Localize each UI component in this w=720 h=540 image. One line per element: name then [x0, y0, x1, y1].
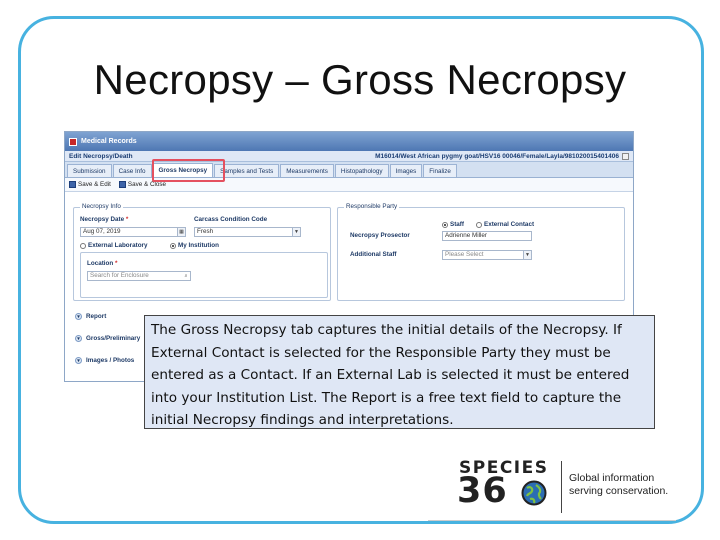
- my-institution-radio[interactable]: My Institution: [170, 242, 219, 249]
- gross-preliminary-section-toggle[interactable]: ▾ Gross/Preliminary: [75, 335, 140, 342]
- chevron-down-icon: ▾: [75, 313, 82, 320]
- save-edit-label: Save & Edit: [78, 181, 111, 188]
- carcass-condition-select[interactable]: Fresh ▼: [194, 227, 301, 237]
- gross-necropsy-highlight: [152, 159, 225, 182]
- external-contact-radio[interactable]: External Contact: [476, 221, 534, 228]
- necropsy-date-label: Necropsy Date: [80, 216, 125, 223]
- location-panel: Location * Search for Enclosure ⌕: [80, 252, 328, 298]
- prosector-field[interactable]: Adrienne Miller: [442, 231, 532, 241]
- species360-logo: SPECIES 36 Global information serving co…: [457, 458, 677, 518]
- staff-radio[interactable]: Staff: [442, 221, 464, 228]
- print-icon[interactable]: [622, 152, 629, 160]
- header-left: Edit Necropsy/Death: [69, 152, 133, 160]
- necropsy-info-panel: Necropsy Info Necropsy Date * Aug 07, 20…: [73, 203, 331, 301]
- save-close-label: Save & Close: [127, 181, 167, 188]
- save-close-button[interactable]: Save & Close: [118, 181, 167, 188]
- location-search-input[interactable]: Search for Enclosure ⌕: [87, 271, 191, 281]
- chevron-down-icon[interactable]: ▼: [292, 228, 300, 236]
- chevron-down-icon: ▾: [75, 357, 82, 364]
- tab-images[interactable]: Images: [389, 164, 423, 177]
- report-section-toggle[interactable]: ▾ Report: [75, 313, 106, 320]
- save-icon: [69, 181, 76, 188]
- carcass-condition-label: Carcass Condition Code: [194, 216, 268, 223]
- window-title: Medical Records: [81, 138, 137, 145]
- medical-records-icon: [69, 137, 77, 146]
- chevron-down-icon[interactable]: ▼: [523, 251, 531, 259]
- additional-staff-label: Additional Staff: [350, 251, 397, 258]
- logo-tagline: Global information serving conservation.: [569, 472, 669, 497]
- save-edit-button[interactable]: Save & Edit: [69, 181, 111, 188]
- responsible-party-legend: Responsible Party: [344, 203, 400, 210]
- record-header: Edit Necropsy/Death M16014/West African …: [65, 151, 633, 162]
- images-photos-section-toggle[interactable]: ▾ Images / Photos: [75, 357, 134, 364]
- logo-divider: [561, 461, 562, 513]
- animal-identifier: M16014/West African pygmy goat/HSV16 000…: [375, 152, 619, 160]
- tab-bar: Submission Case Info Gross Necropsy Samp…: [65, 162, 633, 178]
- tab-submission[interactable]: Submission: [67, 164, 112, 177]
- logo-number: 36: [457, 471, 508, 511]
- prosector-label: Necropsy Prosector: [350, 232, 410, 239]
- callout-text: The Gross Necropsy tab captures the init…: [151, 322, 630, 428]
- tab-measurements[interactable]: Measurements: [280, 164, 334, 177]
- required-mark: *: [125, 216, 129, 223]
- necropsy-date-field[interactable]: Aug 07, 2019 ▦: [80, 227, 186, 237]
- search-icon[interactable]: ⌕: [182, 272, 190, 280]
- slide-title: Necropsy – Gross Necropsy: [93, 56, 627, 103]
- additional-staff-select[interactable]: Please Select ▼: [442, 250, 532, 260]
- footer-line: [428, 520, 676, 521]
- save-icon: [118, 181, 126, 188]
- chevron-down-icon: ▾: [75, 335, 82, 342]
- toolbar: Save & Edit Save & Close: [65, 178, 633, 192]
- calendar-icon[interactable]: ▦: [177, 228, 185, 236]
- location-label: Location: [87, 260, 114, 267]
- responsible-party-panel: Responsible Party Staff External Contact…: [337, 203, 625, 301]
- necropsy-info-legend: Necropsy Info: [80, 203, 123, 210]
- globe-icon: [521, 480, 547, 506]
- external-laboratory-radio[interactable]: External Laboratory: [80, 242, 148, 249]
- required-mark: *: [115, 260, 118, 267]
- tab-finalize[interactable]: Finalize: [423, 164, 457, 177]
- callout-box: The Gross Necropsy tab captures the init…: [144, 315, 655, 429]
- app-titlebar: Medical Records: [65, 132, 633, 151]
- tab-case-info[interactable]: Case Info: [112, 164, 152, 177]
- tab-histopathology[interactable]: Histopathology: [334, 164, 389, 177]
